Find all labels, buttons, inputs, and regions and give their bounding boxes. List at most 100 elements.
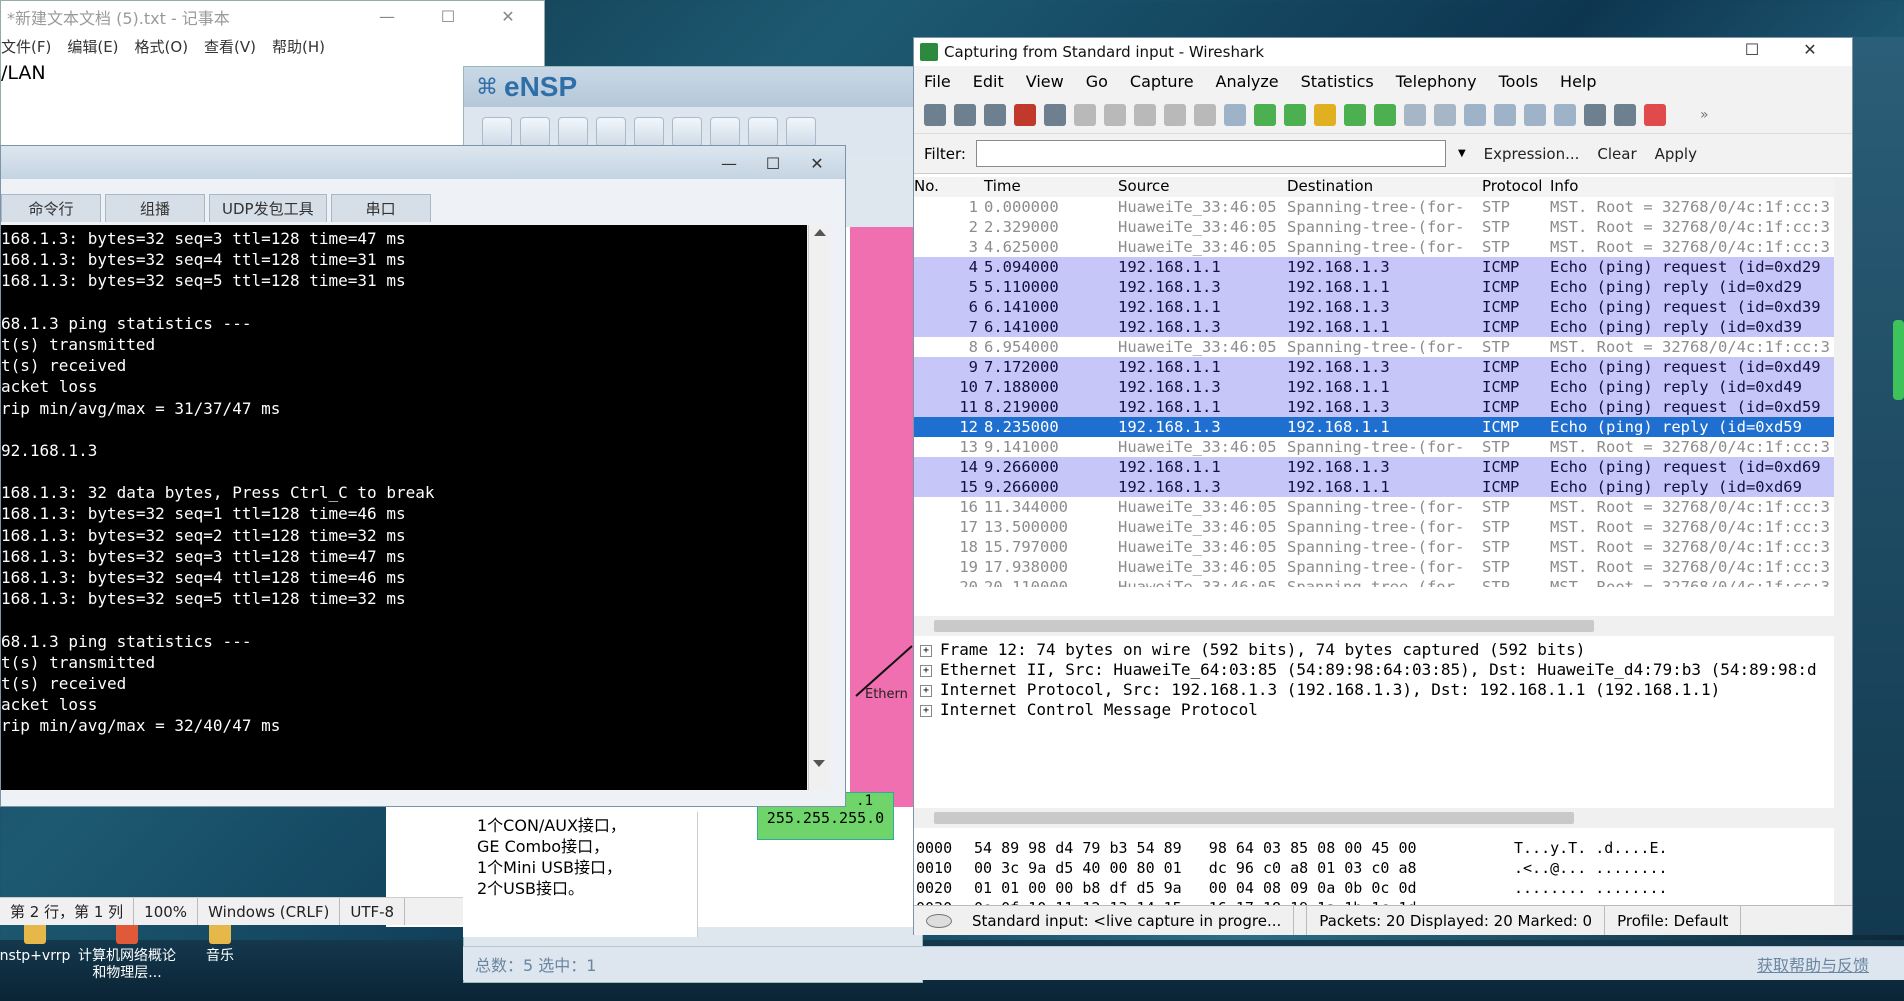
column-destination[interactable]: Destination — [1287, 177, 1480, 197]
capture-filters-icon[interactable] — [1584, 103, 1606, 126]
packet-row[interactable]: 7 6.141000 192.168.1.3 192.168.1.1 ICMP Echo … — [914, 317, 1852, 337]
select-icon[interactable] — [786, 117, 816, 147]
display-filters-icon[interactable] — [1614, 103, 1636, 126]
zoom-out-icon[interactable] — [1494, 103, 1516, 126]
apply-button[interactable]: Apply — [1655, 145, 1697, 163]
packet-row[interactable]: 6 6.141000 192.168.1.1 192.168.1.3 ICMP Echo … — [914, 297, 1852, 317]
tab-command-line[interactable]: 命令行 — [1, 194, 101, 222]
menu-tools[interactable]: Tools — [1499, 72, 1538, 91]
detail-row[interactable]: + Internet Protocol, Src: 192.168.1.3 (19… — [914, 680, 1852, 700]
packet-row[interactable]: 1 0.000000 HuaweiTe_33:46:05 Spanning-tree-… — [914, 197, 1852, 217]
packet-row[interactable]: 20 20.110000 HuaweiTe_33:46:05 Spanning-tre… — [914, 577, 1852, 587]
expand-icon[interactable]: + — [920, 704, 932, 717]
menu-go[interactable]: Go — [1086, 72, 1108, 91]
go-to-packet-icon[interactable] — [1314, 103, 1336, 126]
maximize-icon[interactable]: ☐ — [1734, 36, 1770, 64]
filter-input[interactable] — [975, 140, 1446, 167]
save-as-icon[interactable] — [634, 117, 664, 147]
packet-row[interactable]: 12 8.235000 192.168.1.3 192.168.1.1 ICMP Echo… — [914, 417, 1852, 437]
tab-udp-tool[interactable]: UDP发包工具 — [209, 194, 327, 222]
packet-row[interactable]: 14 9.266000 192.168.1.1 192.168.1.3 ICMP Echo… — [914, 457, 1852, 477]
print-icon[interactable] — [672, 117, 702, 147]
new-topology-icon[interactable] — [482, 117, 512, 147]
menu-capture[interactable]: Capture — [1130, 72, 1194, 91]
menu-edit[interactable]: 编辑(E) — [67, 36, 118, 57]
packet-row[interactable]: 17 13.500000 HuaweiTe_33:46:05 Spanning-tre… — [914, 517, 1852, 537]
zoom-in-icon[interactable] — [1464, 103, 1486, 126]
packet-row[interactable]: 11 8.219000 192.168.1.1 192.168.1.3 ICMP Echo… — [914, 397, 1852, 417]
menu-file[interactable]: File — [924, 72, 951, 91]
colorize-icon[interactable] — [1404, 103, 1426, 126]
menu-file[interactable]: 文件(F) — [1, 36, 51, 57]
expand-icon[interactable]: + — [920, 644, 932, 657]
open-file-icon[interactable] — [1074, 103, 1096, 126]
undo-icon[interactable] — [710, 117, 740, 147]
close-icon[interactable]: ✕ — [1792, 36, 1828, 64]
last-packet-icon[interactable] — [1374, 103, 1396, 126]
expand-icon[interactable]: + — [920, 684, 932, 697]
tab-serial[interactable]: 串口 — [330, 194, 431, 222]
packet-row[interactable]: 13 9.141000 HuaweiTe_33:46:05 Spanning-tree… — [914, 437, 1852, 457]
restart-capture-icon[interactable] — [1044, 103, 1066, 126]
clear-button[interactable]: Clear — [1597, 145, 1636, 163]
packet-row[interactable]: 16 11.344000 HuaweiTe_33:46:05 Spanning-tre… — [914, 497, 1852, 517]
detail-row[interactable]: + Ethernet II, Src: HuaweiTe_64:03:85 (54… — [914, 660, 1852, 680]
menu-help[interactable]: 帮助(H) — [272, 36, 325, 57]
menu-format[interactable]: 格式(O) — [135, 36, 189, 57]
packet-list-hscrollbar[interactable] — [914, 616, 1852, 636]
save-icon[interactable] — [596, 117, 626, 147]
menu-telephony[interactable]: Telephony — [1396, 72, 1477, 91]
packet-row[interactable]: 3 4.625000 HuaweiTe_33:46:05 Spanning-tree-… — [914, 237, 1852, 257]
maximize-icon[interactable]: ☐ — [751, 148, 795, 180]
options-icon[interactable] — [954, 103, 976, 126]
expression-button[interactable]: Expression... — [1484, 145, 1580, 163]
packet-row[interactable]: 4 5.094000 192.168.1.1 192.168.1.3 ICMP Echo … — [914, 257, 1852, 277]
save-file-icon[interactable] — [1104, 103, 1126, 126]
maximize-icon[interactable]: ☐ — [419, 1, 477, 33]
detail-row[interactable]: + Frame 12: 74 bytes on wire (592 bits), … — [914, 640, 1852, 660]
interfaces-icon[interactable] — [924, 103, 946, 126]
go-back-icon[interactable] — [1254, 103, 1276, 126]
stop-capture-icon[interactable] — [1014, 103, 1036, 126]
desktop-icon-music[interactable]: 音乐 — [165, 922, 275, 965]
close-icon[interactable]: ✕ — [795, 148, 839, 180]
column-time[interactable]: Time — [984, 177, 1094, 197]
packet-row[interactable]: 18 15.797000 HuaweiTe_33:46:05 Spanning-tre… — [914, 537, 1852, 557]
find-packet-icon[interactable] — [1224, 103, 1246, 126]
start-capture-icon[interactable] — [984, 103, 1006, 126]
open-icon[interactable] — [558, 117, 588, 147]
menu-analyze[interactable]: Analyze — [1216, 72, 1279, 91]
minimize-icon[interactable]: — — [707, 148, 751, 180]
packet-row[interactable]: 5 5.110000 192.168.1.3 192.168.1.1 ICMP Echo … — [914, 277, 1852, 297]
normal-size-icon[interactable] — [1524, 103, 1546, 126]
cli-scrollbar[interactable] — [808, 225, 830, 790]
menu-view[interactable]: 查看(V) — [204, 36, 256, 57]
new-lab-icon[interactable] — [520, 117, 550, 147]
menu-statistics[interactable]: Statistics — [1301, 72, 1374, 91]
packet-row[interactable]: 2 2.329000 HuaweiTe_33:46:05 Spanning-tree-… — [914, 217, 1852, 237]
packet-row[interactable]: 10 7.188000 192.168.1.3 192.168.1.1 ICMP Echo… — [914, 377, 1852, 397]
reload-icon[interactable] — [1164, 103, 1186, 126]
packet-row[interactable]: 19 17.938000 HuaweiTe_33:46:05 Spanning-tre… — [914, 557, 1852, 577]
profile-status[interactable]: Profile: Default — [1605, 906, 1742, 935]
minimize-icon[interactable]: — — [358, 1, 416, 33]
help-feedback-link[interactable]: 获取帮助与反馈 — [1757, 952, 1869, 976]
column-info[interactable]: Info — [1550, 177, 1852, 197]
packet-row[interactable]: 8 6.954000 HuaweiTe_33:46:05 Spanning-tree-… — [914, 337, 1852, 357]
menu-edit[interactable]: Edit — [973, 72, 1004, 91]
print-icon[interactable] — [1194, 103, 1216, 126]
first-packet-icon[interactable] — [1344, 103, 1366, 126]
column-no[interactable]: No. — [914, 177, 984, 197]
redo-icon[interactable] — [748, 117, 778, 147]
column-source[interactable]: Source — [1094, 177, 1287, 197]
filter-dropdown-icon[interactable]: ▼ — [1458, 148, 1466, 159]
packet-list-vscrollbar[interactable] — [1834, 178, 1852, 918]
menu-view[interactable]: View — [1026, 72, 1064, 91]
resize-columns-icon[interactable] — [1554, 103, 1576, 126]
column-protocol[interactable]: Protocol — [1480, 177, 1550, 197]
toolbar-overflow-icon[interactable]: » — [1700, 107, 1709, 123]
close-file-icon[interactable] — [1134, 103, 1156, 126]
go-forward-icon[interactable] — [1284, 103, 1306, 126]
coloring-rules-icon[interactable] — [1644, 103, 1666, 126]
auto-scroll-icon[interactable] — [1434, 103, 1456, 126]
